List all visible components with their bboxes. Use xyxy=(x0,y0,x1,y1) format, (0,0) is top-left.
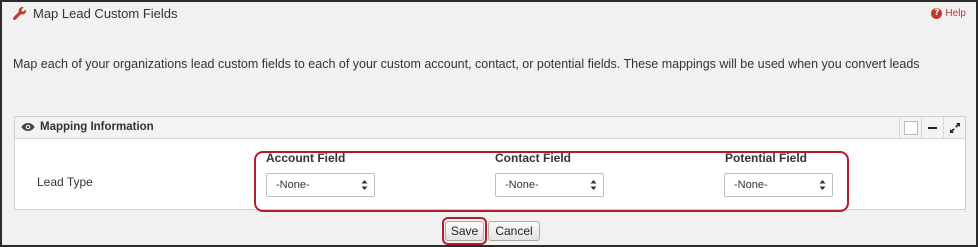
contact-field-label: Contact Field xyxy=(495,151,572,165)
panel-title-label: Mapping Information xyxy=(40,121,154,133)
account-field-select[interactable]: -None- xyxy=(266,173,375,197)
page-description: Map each of your organizations lead cust… xyxy=(13,57,920,71)
minimize-icon xyxy=(928,127,937,129)
cancel-button[interactable]: Cancel xyxy=(488,221,540,241)
checkbox-square xyxy=(903,121,918,135)
page-frame: Map Lead Custom Fields ? Help Map each o… xyxy=(0,0,978,247)
account-field-label: Account Field xyxy=(266,151,346,165)
expand-button[interactable] xyxy=(943,117,965,139)
select-arrows-icon xyxy=(819,180,826,190)
page-header: Map Lead Custom Fields xyxy=(12,6,178,21)
help-icon: ? xyxy=(931,8,943,19)
panel-title: Mapping Information xyxy=(21,121,154,133)
minimize-button[interactable] xyxy=(921,117,943,139)
select-arrows-icon xyxy=(590,180,597,190)
select-arrows-icon xyxy=(361,180,368,190)
save-button[interactable]: Save xyxy=(445,221,484,241)
potential-field-select[interactable]: -None- xyxy=(724,173,833,197)
account-field-value: -None- xyxy=(276,179,310,191)
help-link[interactable]: ? Help xyxy=(931,8,966,19)
mapping-panel: Mapping Information Lead Type Account Fi… xyxy=(14,116,966,212)
panel-header: Mapping Information xyxy=(15,117,965,139)
help-label: Help xyxy=(945,8,966,19)
page-title: Map Lead Custom Fields xyxy=(33,6,178,21)
expand-icon xyxy=(949,123,960,133)
wrench-icon xyxy=(13,7,26,20)
lead-type-label: Lead Type xyxy=(37,175,93,189)
potential-field-label: Potential Field xyxy=(725,151,808,165)
panel-tools xyxy=(899,117,965,139)
contact-field-value: -None- xyxy=(505,179,539,191)
potential-field-value: -None- xyxy=(734,179,768,191)
panel-checkbox[interactable] xyxy=(899,117,921,139)
eye-icon xyxy=(21,123,35,131)
contact-field-select[interactable]: -None- xyxy=(495,173,604,197)
